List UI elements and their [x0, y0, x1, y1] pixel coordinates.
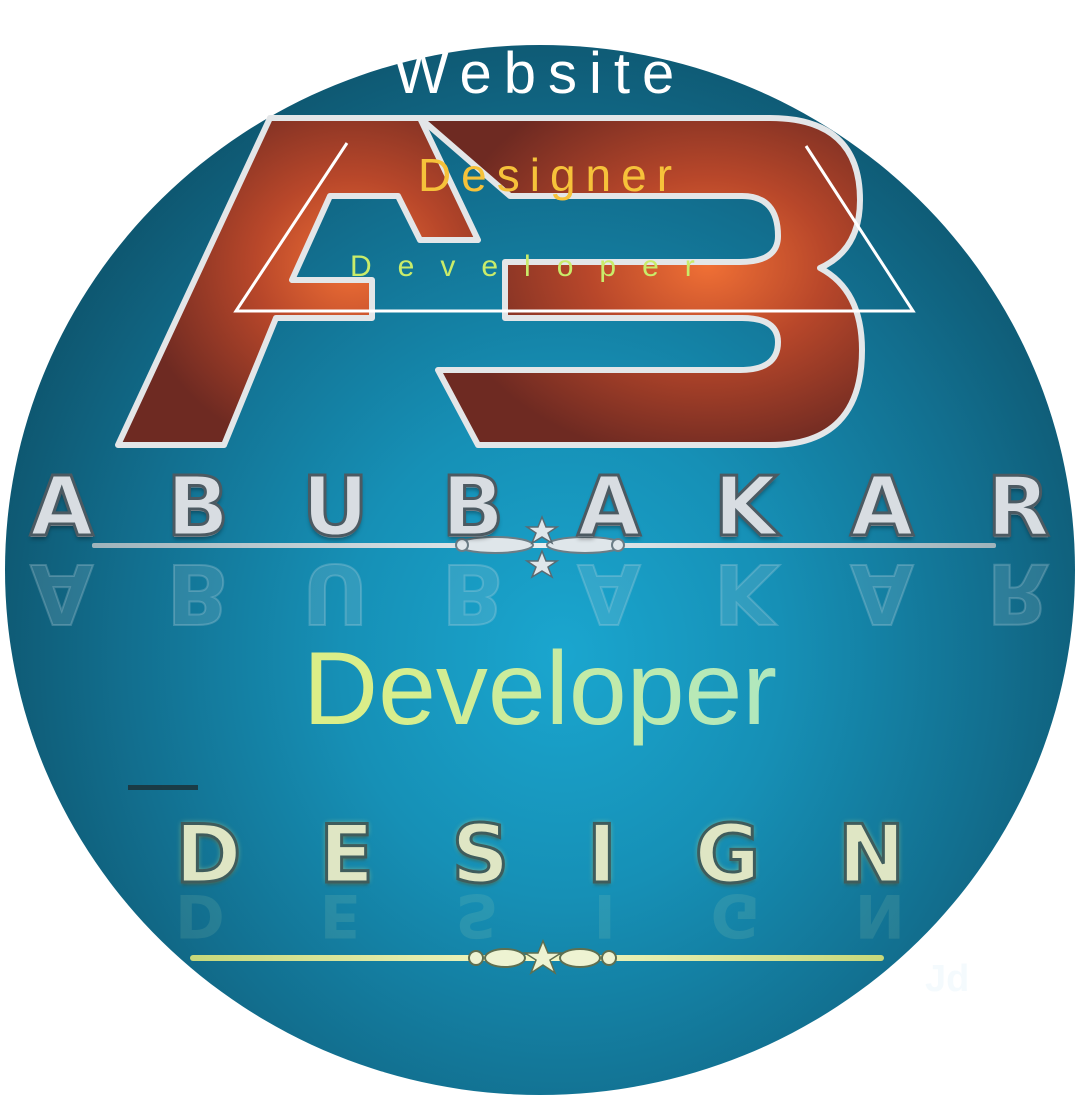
designer-subtitle: Designer	[417, 149, 683, 201]
brand-reflection-letter: A	[29, 544, 94, 641]
design-reflection-letter: E	[319, 880, 361, 950]
design-reflection-letter: D	[175, 880, 225, 950]
brand-letter: U	[301, 459, 371, 557]
brand-reflection-letter: K	[713, 544, 779, 641]
decorative-smudge	[128, 785, 198, 790]
developer-small-label: Developer	[350, 250, 721, 283]
design-wordmark-reflection: D E S I G N	[175, 880, 905, 950]
brand-letter: K	[712, 459, 779, 557]
brand-letter: A	[849, 459, 915, 557]
brand-letter: R	[985, 459, 1051, 557]
developer-headline: Developer	[0, 630, 1080, 749]
design-reflection-letter: I	[593, 880, 616, 950]
watermark-text: Jd	[925, 958, 970, 1000]
brand-reflection-letter: B	[441, 544, 506, 641]
brand-reflection-letter: A	[849, 544, 914, 641]
brand-reflection-letter: R	[986, 544, 1051, 641]
website-title: Website	[393, 41, 687, 106]
design-reflection-letter: N	[854, 880, 905, 950]
brand-letter: B	[440, 459, 505, 557]
brand-letter: A	[576, 459, 642, 557]
brand-letter: B	[165, 459, 230, 557]
brand-reflection-letter: A	[576, 544, 641, 641]
brand-reflection-letter: B	[166, 544, 231, 641]
brand-letter: A	[28, 459, 94, 557]
brand-reflection-letter: U	[301, 544, 370, 641]
design-reflection-letter: S	[455, 880, 499, 950]
brand-name-reflection: A B U B A K A R	[0, 544, 1080, 641]
design-wordmark: D E S I G N	[173, 807, 906, 903]
brand-name-abubakar: A B U B A K A R	[0, 459, 1080, 557]
design-reflection-letter: G	[710, 880, 760, 950]
